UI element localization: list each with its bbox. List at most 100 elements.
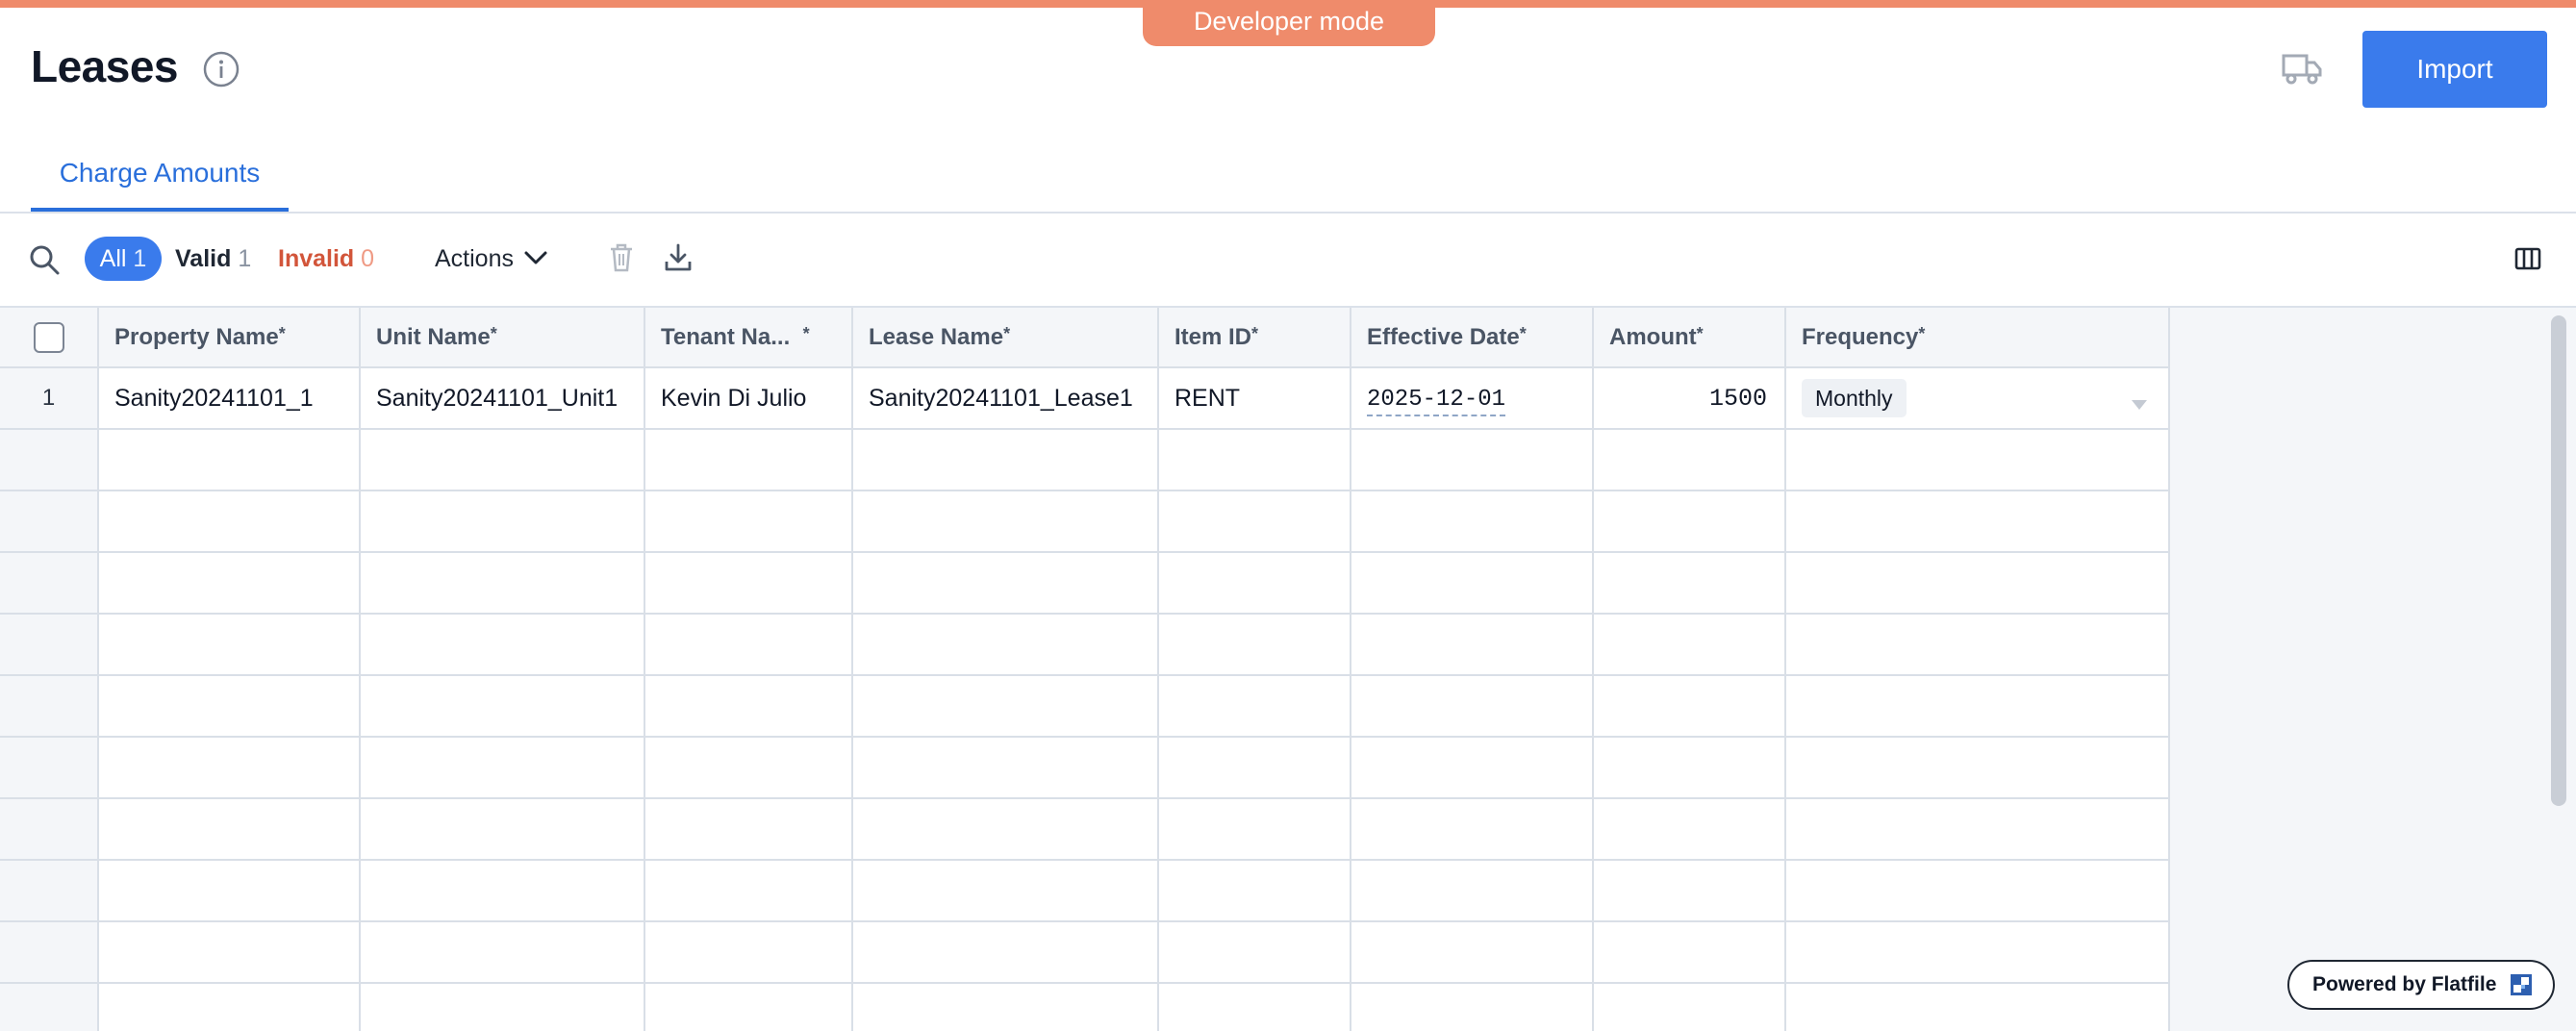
column-header-lease-name[interactable]: Lease Name*	[852, 308, 1159, 368]
empty-cell[interactable]	[1158, 798, 1351, 861]
empty-cell[interactable]	[360, 798, 645, 861]
empty-cell[interactable]	[644, 614, 853, 676]
row-number[interactable]	[0, 490, 99, 553]
cell-effective-date[interactable]: 2025-12-01	[1351, 367, 1594, 430]
empty-cell[interactable]	[1593, 860, 1786, 922]
empty-cell[interactable]	[644, 737, 853, 799]
tab-charge-amounts[interactable]: Charge Amounts	[31, 144, 289, 212]
row-number[interactable]	[0, 798, 99, 861]
empty-cell[interactable]	[852, 490, 1159, 553]
cell-item-id[interactable]: RENT	[1158, 367, 1351, 430]
cell-lease-name[interactable]: Sanity20241101_Lease1	[852, 367, 1159, 430]
empty-cell[interactable]	[98, 614, 361, 676]
empty-cell[interactable]	[1351, 737, 1594, 799]
empty-cell[interactable]	[852, 614, 1159, 676]
row-number[interactable]: 1	[0, 367, 99, 430]
empty-cell[interactable]	[1158, 860, 1351, 922]
empty-cell[interactable]	[852, 429, 1159, 491]
empty-cell[interactable]	[360, 429, 645, 491]
row-number[interactable]	[0, 429, 99, 491]
row-number[interactable]	[0, 675, 99, 738]
empty-cell[interactable]	[98, 675, 361, 738]
empty-cell[interactable]	[1351, 860, 1594, 922]
empty-cell[interactable]	[1158, 983, 1351, 1031]
trash-icon[interactable]	[608, 242, 635, 273]
empty-cell[interactable]	[360, 675, 645, 738]
empty-cell[interactable]	[98, 921, 361, 984]
empty-cell[interactable]	[1593, 737, 1786, 799]
empty-cell[interactable]	[644, 552, 853, 615]
empty-cell[interactable]	[98, 860, 361, 922]
empty-cell[interactable]	[98, 983, 361, 1031]
row-number[interactable]	[0, 614, 99, 676]
empty-cell[interactable]	[1351, 983, 1594, 1031]
info-icon[interactable]	[202, 50, 240, 88]
actions-dropdown[interactable]: Actions	[435, 237, 514, 281]
column-header-property-name[interactable]: Property Name*	[98, 308, 361, 368]
empty-cell[interactable]	[1785, 983, 2170, 1031]
empty-cell[interactable]	[360, 614, 645, 676]
column-header-amount[interactable]: Amount*	[1593, 308, 1786, 368]
empty-cell[interactable]	[852, 798, 1159, 861]
columns-icon[interactable]	[2514, 246, 2541, 271]
empty-cell[interactable]	[360, 552, 645, 615]
row-number[interactable]	[0, 983, 99, 1031]
empty-cell[interactable]	[1785, 429, 2170, 491]
empty-cell[interactable]	[1158, 921, 1351, 984]
empty-cell[interactable]	[1158, 675, 1351, 738]
empty-cell[interactable]	[1593, 614, 1786, 676]
vertical-scrollbar[interactable]	[2551, 315, 2566, 806]
chevron-down-icon[interactable]	[523, 248, 548, 267]
truck-icon[interactable]	[2280, 50, 2322, 88]
select-all-checkbox[interactable]	[33, 321, 64, 353]
download-icon[interactable]	[664, 242, 693, 273]
cell-tenant-name[interactable]: Kevin Di Julio	[644, 367, 853, 430]
empty-cell[interactable]	[644, 675, 853, 738]
cell-frequency[interactable]: Monthly	[1785, 367, 2170, 430]
empty-cell[interactable]	[1785, 921, 2170, 984]
empty-cell[interactable]	[360, 983, 645, 1031]
empty-cell[interactable]	[1158, 737, 1351, 799]
empty-cell[interactable]	[1351, 921, 1594, 984]
empty-cell[interactable]	[1785, 490, 2170, 553]
empty-cell[interactable]	[1785, 552, 2170, 615]
empty-cell[interactable]	[1593, 798, 1786, 861]
cell-unit-name[interactable]: Sanity20241101_Unit1	[360, 367, 645, 430]
empty-cell[interactable]	[360, 737, 645, 799]
empty-cell[interactable]	[1785, 737, 2170, 799]
empty-cell[interactable]	[1158, 614, 1351, 676]
row-number[interactable]	[0, 737, 99, 799]
empty-cell[interactable]	[1593, 983, 1786, 1031]
empty-cell[interactable]	[1158, 429, 1351, 491]
empty-cell[interactable]	[1351, 490, 1594, 553]
empty-cell[interactable]	[1351, 552, 1594, 615]
empty-cell[interactable]	[852, 921, 1159, 984]
empty-cell[interactable]	[1158, 490, 1351, 553]
empty-cell[interactable]	[360, 860, 645, 922]
empty-cell[interactable]	[852, 983, 1159, 1031]
column-header-item-id[interactable]: Item ID*	[1158, 308, 1351, 368]
powered-by-badge[interactable]: Powered by Flatfile	[2287, 960, 2555, 1010]
empty-cell[interactable]	[98, 737, 361, 799]
import-button[interactable]: Import	[2362, 31, 2547, 108]
empty-cell[interactable]	[852, 552, 1159, 615]
column-header-unit-name[interactable]: Unit Name*	[360, 308, 645, 368]
empty-cell[interactable]	[1785, 614, 2170, 676]
empty-cell[interactable]	[1351, 429, 1594, 491]
empty-cell[interactable]	[1351, 614, 1594, 676]
empty-cell[interactable]	[644, 798, 853, 861]
cell-property-name[interactable]: Sanity20241101_1	[98, 367, 361, 430]
filter-valid[interactable]: Valid 1	[175, 237, 251, 281]
empty-cell[interactable]	[644, 921, 853, 984]
empty-cell[interactable]	[1785, 798, 2170, 861]
empty-cell[interactable]	[1351, 675, 1594, 738]
column-header-frequency[interactable]: Frequency*	[1785, 308, 2170, 368]
select-all-cell[interactable]	[0, 308, 99, 368]
empty-cell[interactable]	[1351, 798, 1594, 861]
filter-all[interactable]: All 1	[85, 237, 162, 281]
empty-cell[interactable]	[98, 798, 361, 861]
search-icon[interactable]	[27, 242, 62, 277]
row-number[interactable]	[0, 860, 99, 922]
empty-cell[interactable]	[1158, 552, 1351, 615]
empty-cell[interactable]	[644, 429, 853, 491]
